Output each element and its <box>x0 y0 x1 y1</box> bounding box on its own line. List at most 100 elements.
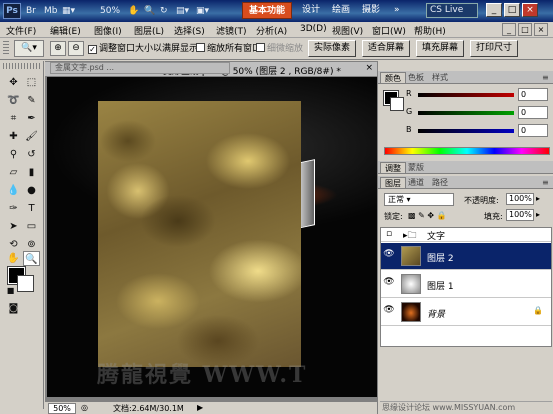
eye-icon[interactable]: 👁 <box>383 277 395 289</box>
fill-screen-button[interactable]: 填充屏幕 <box>416 40 465 57</box>
doc-restore-button[interactable]: □ <box>518 23 532 36</box>
pen-tool-icon[interactable]: ✑ <box>5 201 22 216</box>
tab-paths[interactable]: 路径 <box>428 177 452 188</box>
screen-mode-icon[interactable]: ▣▾ <box>196 4 209 18</box>
zoom-in-icon[interactable]: ⊕ <box>50 41 66 56</box>
canvas[interactable]: 腾龍視覺 WWW.T <box>47 77 377 397</box>
menu-analysis[interactable]: 分析(A) <box>256 24 287 37</box>
shape-tool-icon[interactable]: ▭ <box>23 219 40 234</box>
color-spectrum-bar[interactable] <box>384 147 550 155</box>
blur-tool-icon[interactable]: 💧 <box>5 183 22 198</box>
3d-orbit-tool-icon[interactable]: ⊚ <box>23 237 40 252</box>
zoom-level-dropdown[interactable]: 50% <box>100 4 120 18</box>
quick-select-tool-icon[interactable]: ✎ <box>23 93 40 108</box>
eyedropper-tool-icon[interactable]: ✒ <box>23 111 40 126</box>
options-grip[interactable] <box>3 41 9 56</box>
green-slider[interactable] <box>418 111 514 115</box>
panel-menu-icon[interactable]: ≡ <box>538 72 553 83</box>
bridge-button[interactable]: Br <box>26 4 36 18</box>
zoom-all-windows-checkbox[interactable]: 缩放所有窗口 <box>196 43 261 55</box>
rotate-view-icon[interactable]: ↻ <box>160 4 168 18</box>
status-menu-arrow-icon[interactable]: ▶ <box>197 403 203 412</box>
tool-preset-picker[interactable]: 🔍▾ <box>14 40 44 57</box>
zoom-tool-icon[interactable]: 🔍 <box>144 4 155 18</box>
menu-3d[interactable]: 3D(D) <box>300 24 327 34</box>
lock-pixels-icon[interactable]: ✎ <box>418 211 425 220</box>
chevron-down-icon[interactable]: ▸ <box>536 210 540 219</box>
cs-live-button[interactable]: CS Live <box>426 3 478 18</box>
menu-file[interactable]: 文件(F) <box>6 24 36 37</box>
mini-bridge-button[interactable]: Mb <box>44 4 57 18</box>
menu-select[interactable]: 选择(S) <box>174 24 205 37</box>
workspace-design[interactable]: 设计 <box>296 2 326 19</box>
clone-stamp-tool-icon[interactable]: ⚲ <box>5 147 22 162</box>
healing-brush-tool-icon[interactable]: ✚ <box>5 129 22 144</box>
menu-image[interactable]: 图像(I) <box>94 24 122 37</box>
tab-layers[interactable]: 图层 <box>380 177 406 188</box>
default-colors-icon[interactable]: ■ <box>2 283 19 298</box>
layer-group-text[interactable]: ▫ ▸🗀 文字 <box>381 228 551 242</box>
fit-screen-button[interactable]: 适合屏幕 <box>362 40 411 57</box>
hand-tool-icon[interactable]: ✋ <box>128 4 139 18</box>
background-document-tab[interactable]: 金属文字.psd ... <box>50 62 230 74</box>
visibility-off-icon[interactable]: ▫ <box>383 229 395 241</box>
document-size-info[interactable]: 文档:2.64M/30.1M <box>113 403 184 414</box>
background-color-swatch[interactable] <box>17 275 34 292</box>
layer-item-layer1[interactable]: 👁 图层 1 <box>381 271 551 298</box>
lock-position-icon[interactable]: ✥ <box>427 211 434 220</box>
3d-rotate-tool-icon[interactable]: ⟲ <box>5 237 22 252</box>
zoom-input[interactable]: 50% <box>48 403 76 414</box>
layer-item-background[interactable]: 👁 背景 🔒 <box>381 299 551 326</box>
tab-color[interactable]: 颜色 <box>380 72 406 83</box>
dodge-tool-icon[interactable]: ● <box>23 183 40 198</box>
maximize-button[interactable]: □ <box>504 3 520 17</box>
zoom-tool-icon[interactable]: 🔍 <box>23 251 40 266</box>
workspace-painting[interactable]: 绘画 <box>326 2 356 19</box>
workspace-essentials[interactable]: 基本功能 <box>242 2 293 19</box>
opacity-input[interactable]: 100% <box>506 193 534 205</box>
eye-icon[interactable]: 👁 <box>383 305 395 317</box>
lock-transparent-icon[interactable]: ▩ <box>408 211 416 220</box>
menu-layer[interactable]: 图层(L) <box>134 24 164 37</box>
panel-menu-icon[interactable]: ≡ <box>538 177 553 188</box>
print-size-button[interactable]: 打印尺寸 <box>470 40 519 57</box>
tools-grip[interactable] <box>3 63 40 69</box>
move-tool-icon[interactable]: ✥ <box>5 75 22 90</box>
workspace-more[interactable]: » <box>388 2 406 19</box>
blend-mode-select[interactable]: 正常 ▾ <box>384 193 454 206</box>
tab-styles[interactable]: 样式 <box>428 72 452 83</box>
doc-minimize-button[interactable]: _ <box>502 23 516 36</box>
hand-tool-icon[interactable]: ✋ <box>5 251 22 266</box>
eye-icon[interactable]: 👁 <box>383 249 395 261</box>
menu-window[interactable]: 窗口(W) <box>372 24 406 37</box>
folder-icon[interactable]: ▸🗀 <box>403 228 417 244</box>
actual-pixels-button[interactable]: 实际像素 <box>308 40 357 57</box>
menu-help[interactable]: 帮助(H) <box>414 24 446 37</box>
layer-item-layer2[interactable]: 👁 图层 2 <box>381 243 551 270</box>
menu-edit[interactable]: 编辑(E) <box>50 24 81 37</box>
quick-mask-icon[interactable]: ◙ <box>5 301 22 316</box>
close-button[interactable]: × <box>522 3 538 17</box>
view-extras-icon[interactable]: ▦▾ <box>62 4 75 18</box>
blue-slider[interactable] <box>418 129 514 133</box>
lock-all-icon[interactable]: 🔒 <box>437 211 447 220</box>
tab-adjustments[interactable]: 调整 <box>380 162 406 173</box>
zoom-out-icon[interactable]: ⊖ <box>68 41 84 56</box>
tab-masks[interactable]: 蒙版 <box>404 162 428 173</box>
doc-close-button[interactable]: × <box>534 23 548 36</box>
workspace-photography[interactable]: 摄影 <box>356 2 386 19</box>
fill-input[interactable]: 100% <box>506 209 534 221</box>
minimize-button[interactable]: _ <box>486 3 502 17</box>
arrange-documents-icon[interactable]: ▤▾ <box>176 4 189 18</box>
path-select-tool-icon[interactable]: ➤ <box>5 219 22 234</box>
brush-tool-icon[interactable]: 🖌 <box>23 129 40 144</box>
color-panel-background-swatch[interactable] <box>390 97 404 111</box>
blue-value-input[interactable]: 0 <box>518 124 548 137</box>
red-value-input[interactable]: 0 <box>518 88 548 101</box>
type-tool-icon[interactable]: T <box>23 201 40 216</box>
history-brush-tool-icon[interactable]: ↺ <box>23 147 40 162</box>
red-slider[interactable] <box>418 93 514 97</box>
menu-view[interactable]: 视图(V) <box>332 24 363 37</box>
close-icon[interactable]: × <box>365 63 373 73</box>
chevron-down-icon[interactable]: ▸ <box>536 194 540 203</box>
